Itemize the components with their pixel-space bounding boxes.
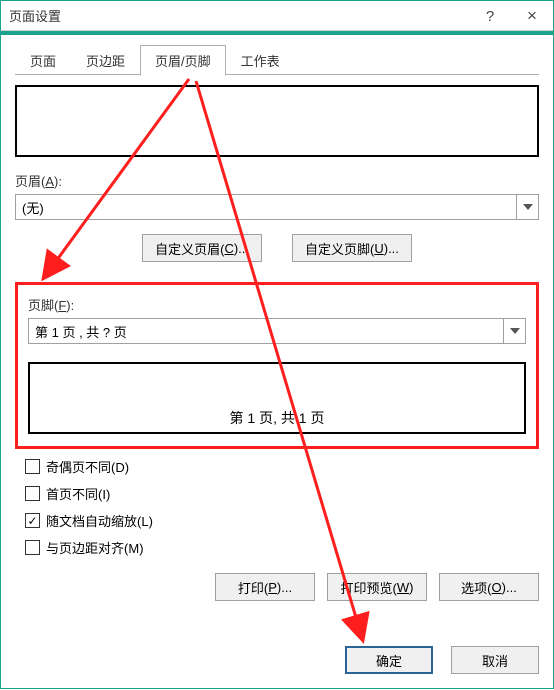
- help-icon[interactable]: ?: [469, 1, 511, 31]
- checkbox-align-margin-label: 与页边距对齐(M): [46, 538, 144, 557]
- dialog-action-row: 确定 取消: [345, 646, 539, 674]
- titlebar: 页面设置 ? ×: [1, 1, 553, 31]
- footer-dropdown[interactable]: 第 1 页 , 共 ? 页: [28, 318, 526, 344]
- footer-preview: 第 1 页, 共 1 页: [28, 362, 526, 434]
- print-preview-button[interactable]: 打印预览(W): [327, 573, 427, 601]
- tab-page[interactable]: 页面: [15, 45, 71, 75]
- header-label-key: A: [45, 174, 54, 189]
- footer-dropdown-value: 第 1 页 , 共 ? 页: [35, 322, 127, 341]
- window-controls: ? ×: [469, 1, 553, 31]
- checkbox-first-page[interactable]: [25, 486, 40, 501]
- checkbox-first-page-row: 首页不同(I): [25, 484, 539, 503]
- checkbox-scale-doc-label: 随文档自动缩放(L): [46, 511, 153, 530]
- checkbox-scale-doc[interactable]: [25, 513, 40, 528]
- checkbox-first-page-label: 首页不同(I): [46, 484, 110, 503]
- footer-preview-text: 第 1 页, 共 1 页: [230, 408, 325, 428]
- checkbox-align-margin[interactable]: [25, 540, 40, 555]
- ok-button[interactable]: 确定: [345, 646, 433, 674]
- dialog-body: 页面 页边距 页眉/页脚 工作表 页眉(A): (无) 自定义页眉(C)... …: [1, 35, 553, 688]
- tab-sheet[interactable]: 工作表: [226, 45, 295, 75]
- custom-footer-button[interactable]: 自定义页脚(U)...: [292, 234, 412, 262]
- checkbox-odd-even[interactable]: [25, 459, 40, 474]
- checkbox-scale-doc-row: 随文档自动缩放(L): [25, 511, 539, 530]
- bottom-buttons-row: 打印(P)... 打印预览(W) 选项(O)...: [15, 573, 539, 601]
- tab-margins[interactable]: 页边距: [71, 45, 140, 75]
- header-label: 页眉(A):: [15, 171, 539, 190]
- checkbox-odd-even-row: 奇偶页不同(D): [25, 457, 539, 476]
- footer-label-suffix: ):: [66, 298, 74, 313]
- header-preview: [15, 85, 539, 157]
- footer-label-prefix: 页脚(: [28, 298, 58, 313]
- dialog-window: 页面设置 ? × 页面 页边距 页眉/页脚 工作表 页眉(A): (无) 自定义…: [0, 0, 554, 689]
- dialog-title: 页面设置: [9, 6, 61, 25]
- tab-header-footer[interactable]: 页眉/页脚: [140, 45, 226, 76]
- print-button[interactable]: 打印(P)...: [215, 573, 315, 601]
- header-dropdown[interactable]: (无): [15, 194, 539, 220]
- cancel-button[interactable]: 取消: [451, 646, 539, 674]
- tab-strip: 页面 页边距 页眉/页脚 工作表: [15, 47, 539, 75]
- highlighted-footer-section: 页脚(F): 第 1 页 , 共 ? 页 第 1 页, 共 1 页: [15, 282, 539, 449]
- checkbox-odd-even-label: 奇偶页不同(D): [46, 457, 129, 476]
- custom-header-button[interactable]: 自定义页眉(C)...: [142, 234, 262, 262]
- header-dropdown-value: (无): [22, 198, 44, 217]
- close-icon[interactable]: ×: [511, 1, 553, 31]
- footer-label: 页脚(F):: [28, 295, 526, 314]
- chevron-down-icon: [516, 195, 538, 219]
- header-label-suffix: ):: [54, 174, 62, 189]
- checkbox-group: 奇偶页不同(D) 首页不同(I) 随文档自动缩放(L) 与页边距对齐(M): [15, 457, 539, 557]
- checkbox-align-margin-row: 与页边距对齐(M): [25, 538, 539, 557]
- custom-buttons-row: 自定义页眉(C)... 自定义页脚(U)...: [15, 234, 539, 262]
- header-label-prefix: 页眉(: [15, 174, 45, 189]
- chevron-down-icon: [503, 319, 525, 343]
- options-button[interactable]: 选项(O)...: [439, 573, 539, 601]
